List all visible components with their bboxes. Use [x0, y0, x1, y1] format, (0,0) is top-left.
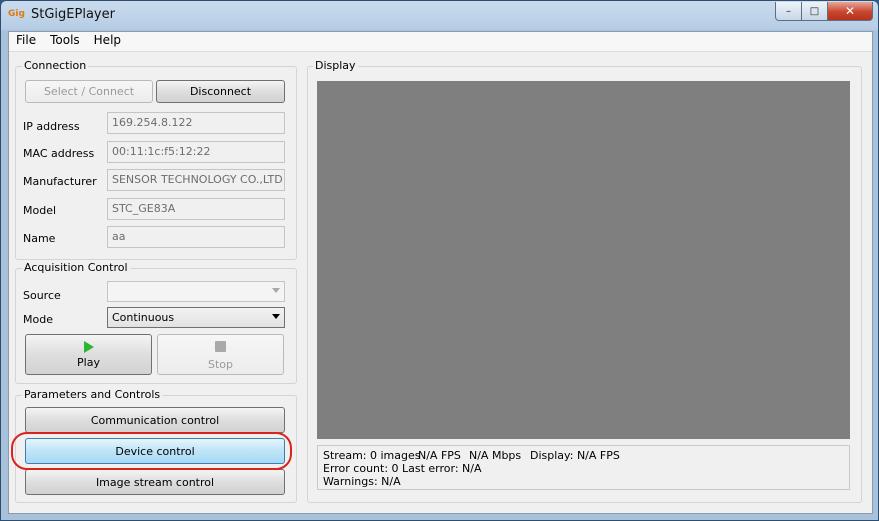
minimize-button[interactable]: – — [775, 2, 802, 21]
ip-address-label: IP address — [23, 120, 80, 133]
chevron-down-icon — [272, 288, 280, 293]
display-fps: Display: N/A FPS — [530, 449, 620, 462]
play-icon — [84, 341, 94, 353]
mac-address-label: MAC address — [23, 147, 95, 160]
highlight-annotation — [11, 432, 292, 470]
title-bar[interactable]: Gig StGigEPlayer – □ ✕ — [1, 1, 878, 31]
stream-fps: N/A FPS — [418, 449, 461, 462]
model-field[interactable]: STC_GE83A — [107, 198, 285, 220]
menu-tools[interactable]: Tools — [43, 32, 87, 51]
play-label: Play — [77, 356, 100, 369]
stream-status: Stream: 0 images — [323, 449, 421, 462]
minimize-icon: – — [786, 5, 791, 17]
maximize-icon: □ — [809, 5, 820, 17]
close-icon: ✕ — [844, 4, 856, 18]
stream-mbps: N/A Mbps — [469, 449, 522, 462]
play-button[interactable]: Play — [25, 334, 152, 375]
disconnect-button[interactable]: Disconnect — [156, 80, 285, 103]
ip-address-field[interactable]: 169.254.8.122 — [107, 112, 285, 134]
mode-label: Mode — [23, 313, 53, 326]
source-dropdown[interactable] — [107, 281, 285, 302]
status-panel: Stream: 0 images N/A FPS N/A Mbps Displa… — [317, 445, 850, 490]
client-area: File Tools Help Connection Select / Conn… — [8, 31, 873, 514]
name-label: Name — [23, 232, 56, 245]
app-window: Gig StGigEPlayer – □ ✕ File Tools Help C… — [0, 0, 879, 521]
name-field[interactable]: aa — [107, 226, 285, 248]
mac-address-field[interactable]: 00:11:1c:f5:12:22 — [107, 141, 285, 163]
menu-help[interactable]: Help — [87, 32, 128, 51]
manufacturer-label: Manufacturer — [23, 175, 97, 188]
communication-control-button[interactable]: Communication control — [25, 407, 285, 433]
error-count: Error count: 0 — [323, 462, 399, 475]
image-display-area[interactable] — [317, 81, 850, 439]
app-icon: Gig — [8, 9, 25, 19]
window-controls: – □ ✕ — [775, 2, 873, 21]
manufacturer-field[interactable]: SENSOR TECHNOLOGY CO.,LTD — [107, 169, 285, 191]
parameters-group-title: Parameters and Controls — [22, 388, 163, 401]
display-group-title: Display — [313, 59, 358, 72]
model-label: Model — [23, 204, 57, 217]
window-title: StGigEPlayer — [31, 7, 115, 22]
chevron-down-icon — [272, 314, 280, 319]
menu-file[interactable]: File — [9, 32, 43, 51]
last-error: Last error: N/A — [402, 462, 482, 475]
stop-icon — [215, 341, 226, 352]
image-stream-control-button[interactable]: Image stream control — [25, 469, 285, 495]
acquisition-group-title: Acquisition Control — [22, 261, 130, 274]
connection-group-title: Connection — [22, 59, 89, 72]
mode-value: Continuous — [112, 311, 175, 324]
stop-button[interactable]: Stop — [157, 334, 284, 375]
mode-dropdown[interactable]: Continuous — [107, 307, 285, 328]
menu-bar: File Tools Help — [9, 32, 872, 52]
select-connect-button[interactable]: Select / Connect — [25, 80, 153, 103]
warnings: Warnings: N/A — [323, 475, 401, 488]
close-button[interactable]: ✕ — [828, 2, 873, 21]
stop-label: Stop — [207, 358, 233, 371]
source-label: Source — [23, 289, 61, 302]
maximize-button[interactable]: □ — [802, 2, 828, 21]
